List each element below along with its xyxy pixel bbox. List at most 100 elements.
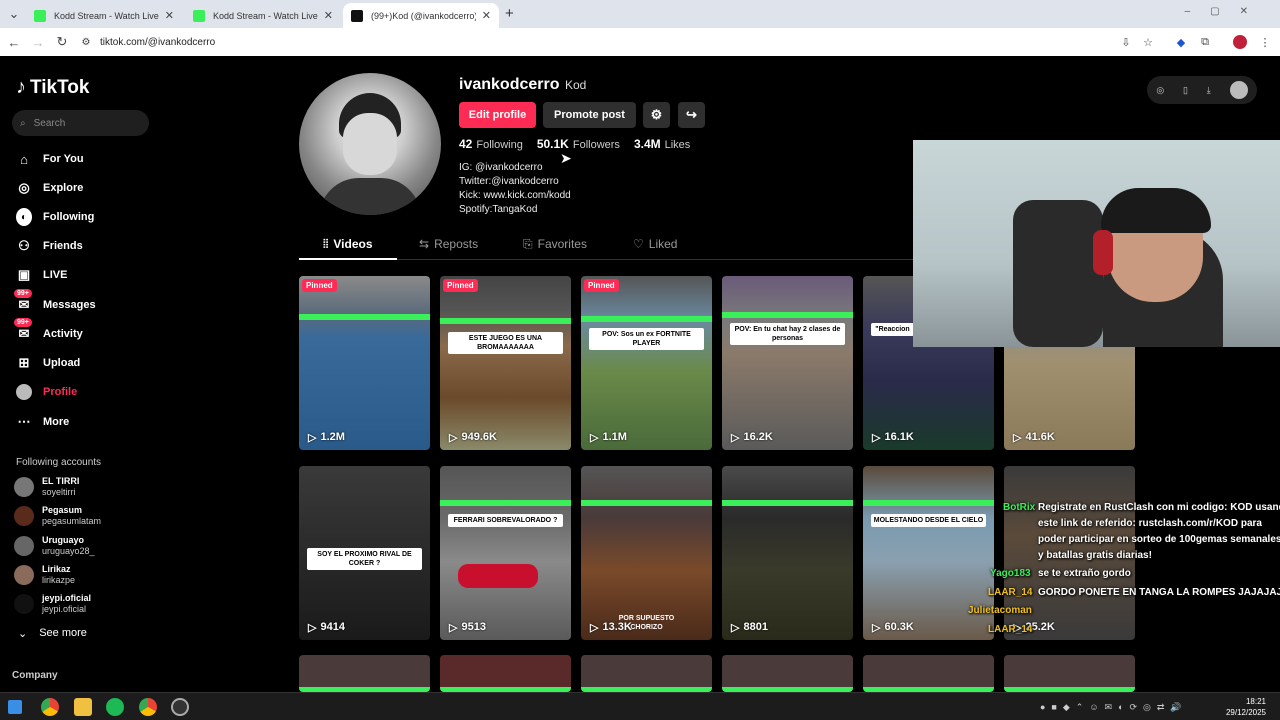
nav-profile[interactable]: Profile	[16, 384, 77, 400]
video-card[interactable]	[1004, 655, 1135, 692]
video-card[interactable]	[581, 655, 712, 692]
company-link[interactable]: Company	[12, 670, 58, 681]
friends-icon: ⚇	[18, 238, 30, 253]
nav-friends[interactable]: ⚇ Friends	[16, 238, 83, 254]
following-stat[interactable]: 42 Following	[459, 137, 523, 151]
forward-icon[interactable]: →	[26, 30, 50, 54]
view-count: ▷ 13.3K	[590, 621, 632, 634]
system-tray-icons[interactable]: ●■◆⌃☺✉◐⟳◎⇄🔊	[1040, 702, 1188, 713]
activity-badge: 99+	[14, 318, 32, 327]
tab-liked[interactable]: ♡ Liked	[633, 237, 677, 251]
video-card[interactable]: SOY EL PROXIMO RIVAL DE COKER ? ▷ 9414	[299, 466, 430, 640]
kick-banner	[299, 314, 430, 320]
taskbar-clock[interactable]: 18:21 29/12/2025	[1226, 696, 1266, 718]
nav-messages[interactable]: ✉ 99+ Messages	[14, 289, 96, 313]
view-count: ▷ 16.2K	[731, 431, 773, 444]
kick-banner	[581, 316, 712, 322]
bookmark-star-icon[interactable]: ☆	[1139, 33, 1157, 51]
install-app-icon[interactable]: ⇩	[1117, 33, 1135, 51]
tab-search-icon[interactable]: ⌄	[2, 2, 26, 26]
kick-banner	[722, 500, 853, 506]
play-icon: ▷	[872, 432, 881, 444]
video-card[interactable]	[863, 655, 994, 692]
video-card[interactable]: Pinned ▷ 1.2M	[299, 276, 430, 450]
nav-explore[interactable]: ◎ Explore	[16, 180, 83, 196]
view-count: ▷ 9414	[308, 621, 345, 634]
close-tab-icon[interactable]: ✕	[165, 9, 174, 22]
chrome-menu-icon[interactable]: ⋮	[1256, 33, 1274, 51]
chrome-icon[interactable]	[41, 698, 59, 716]
see-more-button[interactable]: ⌄ See more	[18, 627, 87, 640]
coin-icon[interactable]: ◎	[1156, 85, 1164, 96]
following-account[interactable]: Uruguayo uruguayo28_	[14, 535, 95, 557]
following-account[interactable]: jeypi.oficial jeypi.oficial	[14, 593, 91, 615]
video-card[interactable]: POR SUPUESTO CHORIZO ▷ 13.3K	[581, 466, 712, 640]
nav-following[interactable]: ◐ Following	[16, 208, 94, 226]
extensions-icon[interactable]: ⧉	[1196, 33, 1214, 51]
video-card[interactable]: Pinned ESTE JUEGO ES UNA BROMAAAAAAA ▷ 94…	[440, 276, 571, 450]
profile-stats: 42 Following 50.1K Followers 3.4M Likes	[459, 137, 690, 151]
windows-start-icon[interactable]	[8, 700, 22, 714]
search-icon: ⌕	[20, 117, 26, 129]
chat-username: BotRix	[1003, 502, 1036, 513]
reload-icon[interactable]: ↻	[50, 30, 74, 54]
nav-activity[interactable]: ✉ 99+ Activity	[14, 318, 83, 342]
profile-avatar[interactable]	[299, 73, 441, 215]
edit-profile-button[interactable]: Edit profile	[459, 102, 536, 128]
followers-stat[interactable]: 50.1K Followers	[537, 137, 620, 151]
close-tab-icon[interactable]: ✕	[324, 9, 333, 22]
video-card[interactable]	[299, 655, 430, 692]
obs-icon[interactable]	[171, 698, 189, 716]
window-controls[interactable]: –▢✕	[1185, 6, 1268, 17]
extension-shield-icon[interactable]: ◆	[1172, 33, 1190, 51]
close-tab-icon[interactable]: ✕	[482, 9, 491, 22]
following-account[interactable]: Pegasum pegasumlatam	[14, 505, 101, 527]
profile-icon	[16, 384, 32, 400]
tab-favorites[interactable]: ⎘ Favorites	[523, 237, 587, 252]
download-icon[interactable]: ⤓	[1207, 85, 1211, 96]
nav-for-you[interactable]: ⌂ For You	[16, 151, 83, 167]
tiktok-logo[interactable]: ♪ TikTok	[16, 76, 89, 99]
nav-upload[interactable]: ⊞ Upload	[16, 355, 81, 371]
video-card[interactable]	[440, 655, 571, 692]
avatar	[14, 565, 34, 585]
promote-post-button[interactable]: Promote post	[543, 102, 636, 128]
address-bar[interactable]: tiktok.com/@ivankodcerro	[100, 37, 215, 48]
kick-favicon-icon	[193, 9, 205, 22]
back-icon[interactable]: ←	[2, 30, 26, 54]
profile-avatar-icon[interactable]	[1233, 35, 1247, 49]
video-card[interactable]	[722, 655, 853, 692]
profile-tabs: ⦙⦙ Videos ⇆ Reposts ⎘ Favorites ♡ Liked	[299, 235, 914, 260]
search-input[interactable]: ⌕ Search	[12, 110, 149, 136]
share-icon[interactable]: ↪	[678, 102, 705, 128]
video-card[interactable]: FERRARI SOBREVALORADO ? ▷ 9513	[440, 466, 571, 640]
following-account[interactable]: EL TIRRI soyeltirri	[14, 476, 79, 498]
video-card[interactable]: ▷ 8801	[722, 466, 853, 640]
profile-bio: IG: @ivankodcerro Twitter:@ivankodcerro …	[459, 162, 571, 215]
tab-reposts[interactable]: ⇆ Reposts	[419, 237, 478, 251]
following-accounts-title: Following accounts	[16, 457, 102, 468]
user-avatar-icon[interactable]	[1229, 81, 1248, 99]
avatar	[14, 536, 34, 556]
tab-videos[interactable]: ⦙⦙ Videos	[323, 237, 373, 252]
compass-icon: ◎	[18, 180, 30, 195]
settings-gear-icon[interactable]: ⚙	[643, 102, 670, 128]
browser-tab-3[interactable]: (99+)Kod (@ivankodcerro) | Tik ✕	[343, 3, 499, 28]
chat-message: este link de referido: rustclash.com/r/K…	[1038, 518, 1262, 529]
following-account[interactable]: Lirikaz lirikazpe	[14, 564, 75, 586]
spotify-icon[interactable]	[106, 698, 124, 716]
new-tab-button[interactable]: +	[505, 5, 514, 22]
profile-nickname: Kod	[565, 78, 587, 92]
file-explorer-icon[interactable]	[74, 698, 92, 716]
chat-message: se te extraño gordo	[1038, 568, 1131, 579]
nav-more[interactable]: ⋯ More	[16, 414, 70, 430]
device-icon[interactable]: ▯	[1183, 85, 1188, 96]
chrome-icon[interactable]	[139, 698, 157, 716]
nav-live[interactable]: ▣ LIVE	[16, 267, 68, 283]
browser-tab-1[interactable]: Kodd Stream - Watch Live on K ✕	[26, 3, 182, 28]
site-info-icon[interactable]: ⚙	[74, 30, 98, 54]
chat-message: y batallas gratis diarias!	[1038, 550, 1152, 561]
video-card[interactable]: POV: En tu chat hay 2 clases de personas…	[722, 276, 853, 450]
video-card[interactable]: Pinned POV: Sos un ex FORTNITE PLAYER ▷ 1…	[581, 276, 712, 450]
browser-tab-2[interactable]: Kodd Stream - Watch Live on K ✕	[185, 3, 341, 28]
